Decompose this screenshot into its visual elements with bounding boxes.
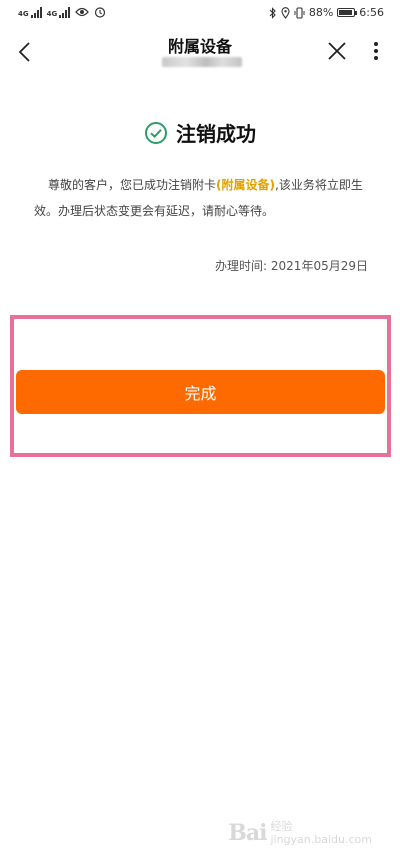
- time-value: 2021年05月29日: [270, 259, 368, 273]
- close-icon[interactable]: [326, 40, 348, 62]
- message-highlight: (附属设备): [216, 178, 275, 192]
- result-header: 注销成功: [0, 118, 400, 147]
- alarm-icon: [95, 7, 106, 18]
- status-right: 88% 6:56: [269, 6, 384, 19]
- signal-strength-icon: 4G: [18, 6, 42, 18]
- watermark-logo: Bai: [228, 820, 267, 846]
- message-text: 尊敬的客户，您已成功注销附卡: [48, 178, 217, 192]
- time-label: 办理时间:: [215, 259, 271, 273]
- watermark-line: 经验: [270, 820, 293, 833]
- watermark-line: jingyan.baidu.com: [270, 833, 372, 846]
- status-left: 4G 4G: [18, 6, 106, 18]
- watermark: Bai 经验 jingyan.baidu.com: [228, 820, 372, 846]
- location-icon: [281, 6, 290, 19]
- network-type-label: 4G: [18, 10, 29, 18]
- battery-icon: [337, 8, 358, 17]
- vibrate-icon: [294, 6, 305, 19]
- clock: 6:56: [359, 6, 384, 19]
- status-bar: 4G 4G 88% 6:56: [0, 0, 400, 30]
- done-button[interactable]: 完成: [16, 370, 385, 414]
- result-title: 注销成功: [176, 122, 256, 146]
- eye-icon: [75, 7, 90, 17]
- battery-percent: 88%: [308, 6, 334, 19]
- process-time: 办理时间: 2021年05月29日: [215, 257, 368, 274]
- nav-bar: 附属设备: [0, 30, 400, 78]
- blurred-subtitle: [162, 57, 242, 67]
- more-vertical-icon[interactable]: [366, 40, 386, 62]
- watermark-text: 经验 jingyan.baidu.com: [270, 820, 372, 846]
- check-circle-icon: [145, 121, 167, 144]
- bluetooth-icon: [269, 6, 276, 19]
- result-message: 尊敬的客户，您已成功注销附卡(附属设备),该业务将立即生效。办理后状态变更会有延…: [34, 172, 374, 224]
- signal-strength-icon: 4G: [47, 6, 71, 18]
- network-type-label: 4G: [46, 10, 58, 18]
